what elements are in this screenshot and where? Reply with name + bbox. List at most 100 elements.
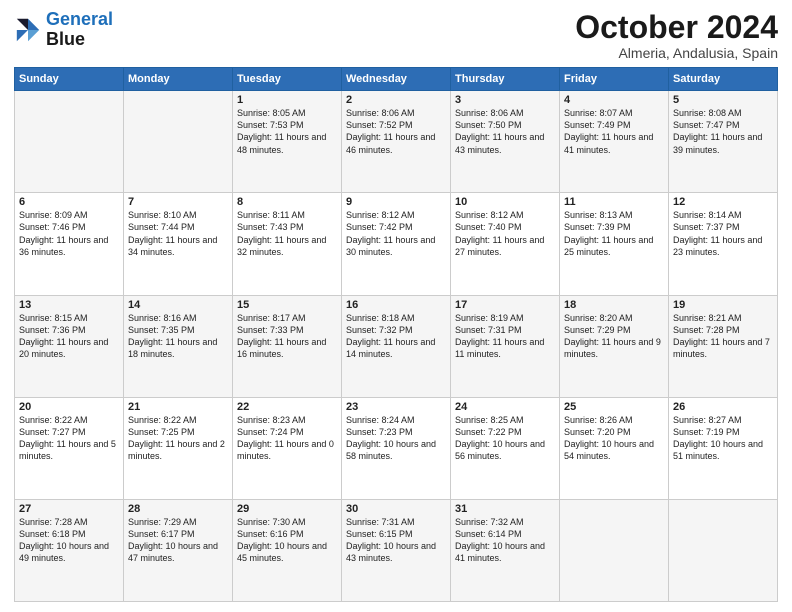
day-number: 11 bbox=[564, 196, 664, 208]
day-number: 21 bbox=[128, 401, 228, 413]
cell-details: Sunrise: 8:08 AM Sunset: 7:47 PM Dayligh… bbox=[673, 107, 773, 156]
day-number: 7 bbox=[128, 196, 228, 208]
day-number: 16 bbox=[346, 299, 446, 311]
calendar-cell: 28Sunrise: 7:29 AM Sunset: 6:17 PM Dayli… bbox=[124, 499, 233, 601]
calendar-cell: 23Sunrise: 8:24 AM Sunset: 7:23 PM Dayli… bbox=[342, 397, 451, 499]
cell-details: Sunrise: 8:18 AM Sunset: 7:32 PM Dayligh… bbox=[346, 312, 446, 361]
subtitle: Almeria, Andalusia, Spain bbox=[575, 45, 778, 61]
logo-icon bbox=[14, 16, 42, 44]
cell-details: Sunrise: 8:10 AM Sunset: 7:44 PM Dayligh… bbox=[128, 209, 228, 258]
cell-details: Sunrise: 8:12 AM Sunset: 7:42 PM Dayligh… bbox=[346, 209, 446, 258]
cell-details: Sunrise: 8:14 AM Sunset: 7:37 PM Dayligh… bbox=[673, 209, 773, 258]
cell-details: Sunrise: 8:05 AM Sunset: 7:53 PM Dayligh… bbox=[237, 107, 337, 156]
day-number: 12 bbox=[673, 196, 773, 208]
day-number: 29 bbox=[237, 503, 337, 515]
calendar-cell bbox=[124, 91, 233, 193]
day-number: 19 bbox=[673, 299, 773, 311]
day-header-sunday: Sunday bbox=[15, 68, 124, 91]
calendar-cell: 7Sunrise: 8:10 AM Sunset: 7:44 PM Daylig… bbox=[124, 193, 233, 295]
day-number: 15 bbox=[237, 299, 337, 311]
calendar-cell: 26Sunrise: 8:27 AM Sunset: 7:19 PM Dayli… bbox=[669, 397, 778, 499]
cell-details: Sunrise: 8:23 AM Sunset: 7:24 PM Dayligh… bbox=[237, 414, 337, 463]
day-number: 2 bbox=[346, 94, 446, 106]
day-number: 30 bbox=[346, 503, 446, 515]
logo: General Blue bbox=[14, 10, 113, 50]
day-number: 8 bbox=[237, 196, 337, 208]
day-number: 13 bbox=[19, 299, 119, 311]
day-header-saturday: Saturday bbox=[669, 68, 778, 91]
calendar-cell: 12Sunrise: 8:14 AM Sunset: 7:37 PM Dayli… bbox=[669, 193, 778, 295]
calendar-cell: 1Sunrise: 8:05 AM Sunset: 7:53 PM Daylig… bbox=[233, 91, 342, 193]
cell-details: Sunrise: 8:17 AM Sunset: 7:33 PM Dayligh… bbox=[237, 312, 337, 361]
calendar-cell: 22Sunrise: 8:23 AM Sunset: 7:24 PM Dayli… bbox=[233, 397, 342, 499]
day-number: 9 bbox=[346, 196, 446, 208]
calendar-cell: 15Sunrise: 8:17 AM Sunset: 7:33 PM Dayli… bbox=[233, 295, 342, 397]
calendar: SundayMondayTuesdayWednesdayThursdayFrid… bbox=[14, 67, 778, 602]
calendar-cell: 24Sunrise: 8:25 AM Sunset: 7:22 PM Dayli… bbox=[451, 397, 560, 499]
cell-details: Sunrise: 8:07 AM Sunset: 7:49 PM Dayligh… bbox=[564, 107, 664, 156]
day-number: 23 bbox=[346, 401, 446, 413]
day-number: 5 bbox=[673, 94, 773, 106]
calendar-cell: 2Sunrise: 8:06 AM Sunset: 7:52 PM Daylig… bbox=[342, 91, 451, 193]
calendar-cell: 16Sunrise: 8:18 AM Sunset: 7:32 PM Dayli… bbox=[342, 295, 451, 397]
cell-details: Sunrise: 7:29 AM Sunset: 6:17 PM Dayligh… bbox=[128, 516, 228, 565]
day-number: 28 bbox=[128, 503, 228, 515]
day-number: 17 bbox=[455, 299, 555, 311]
cell-details: Sunrise: 7:30 AM Sunset: 6:16 PM Dayligh… bbox=[237, 516, 337, 565]
day-number: 26 bbox=[673, 401, 773, 413]
calendar-cell: 21Sunrise: 8:22 AM Sunset: 7:25 PM Dayli… bbox=[124, 397, 233, 499]
cell-details: Sunrise: 8:15 AM Sunset: 7:36 PM Dayligh… bbox=[19, 312, 119, 361]
logo-text: General Blue bbox=[46, 10, 113, 50]
day-number: 31 bbox=[455, 503, 555, 515]
day-number: 6 bbox=[19, 196, 119, 208]
cell-details: Sunrise: 8:12 AM Sunset: 7:40 PM Dayligh… bbox=[455, 209, 555, 258]
header: General Blue October 2024 Almeria, Andal… bbox=[14, 10, 778, 61]
cell-details: Sunrise: 8:24 AM Sunset: 7:23 PM Dayligh… bbox=[346, 414, 446, 463]
day-number: 20 bbox=[19, 401, 119, 413]
day-header-wednesday: Wednesday bbox=[342, 68, 451, 91]
month-title: October 2024 bbox=[575, 10, 778, 45]
cell-details: Sunrise: 7:28 AM Sunset: 6:18 PM Dayligh… bbox=[19, 516, 119, 565]
cell-details: Sunrise: 8:06 AM Sunset: 7:52 PM Dayligh… bbox=[346, 107, 446, 156]
calendar-cell: 30Sunrise: 7:31 AM Sunset: 6:15 PM Dayli… bbox=[342, 499, 451, 601]
cell-details: Sunrise: 8:27 AM Sunset: 7:19 PM Dayligh… bbox=[673, 414, 773, 463]
cell-details: Sunrise: 8:09 AM Sunset: 7:46 PM Dayligh… bbox=[19, 209, 119, 258]
calendar-cell: 18Sunrise: 8:20 AM Sunset: 7:29 PM Dayli… bbox=[560, 295, 669, 397]
day-number: 10 bbox=[455, 196, 555, 208]
day-number: 22 bbox=[237, 401, 337, 413]
calendar-cell: 6Sunrise: 8:09 AM Sunset: 7:46 PM Daylig… bbox=[15, 193, 124, 295]
day-header-monday: Monday bbox=[124, 68, 233, 91]
calendar-cell: 31Sunrise: 7:32 AM Sunset: 6:14 PM Dayli… bbox=[451, 499, 560, 601]
calendar-cell: 4Sunrise: 8:07 AM Sunset: 7:49 PM Daylig… bbox=[560, 91, 669, 193]
calendar-cell: 20Sunrise: 8:22 AM Sunset: 7:27 PM Dayli… bbox=[15, 397, 124, 499]
day-number: 14 bbox=[128, 299, 228, 311]
calendar-cell: 11Sunrise: 8:13 AM Sunset: 7:39 PM Dayli… bbox=[560, 193, 669, 295]
calendar-cell: 13Sunrise: 8:15 AM Sunset: 7:36 PM Dayli… bbox=[15, 295, 124, 397]
cell-details: Sunrise: 8:19 AM Sunset: 7:31 PM Dayligh… bbox=[455, 312, 555, 361]
cell-details: Sunrise: 8:22 AM Sunset: 7:25 PM Dayligh… bbox=[128, 414, 228, 463]
day-number: 1 bbox=[237, 94, 337, 106]
day-number: 24 bbox=[455, 401, 555, 413]
cell-details: Sunrise: 8:13 AM Sunset: 7:39 PM Dayligh… bbox=[564, 209, 664, 258]
cell-details: Sunrise: 8:25 AM Sunset: 7:22 PM Dayligh… bbox=[455, 414, 555, 463]
cell-details: Sunrise: 8:16 AM Sunset: 7:35 PM Dayligh… bbox=[128, 312, 228, 361]
day-header-tuesday: Tuesday bbox=[233, 68, 342, 91]
cell-details: Sunrise: 8:26 AM Sunset: 7:20 PM Dayligh… bbox=[564, 414, 664, 463]
calendar-cell: 8Sunrise: 8:11 AM Sunset: 7:43 PM Daylig… bbox=[233, 193, 342, 295]
cell-details: Sunrise: 7:31 AM Sunset: 6:15 PM Dayligh… bbox=[346, 516, 446, 565]
calendar-cell bbox=[669, 499, 778, 601]
calendar-cell: 27Sunrise: 7:28 AM Sunset: 6:18 PM Dayli… bbox=[15, 499, 124, 601]
day-number: 27 bbox=[19, 503, 119, 515]
calendar-cell: 5Sunrise: 8:08 AM Sunset: 7:47 PM Daylig… bbox=[669, 91, 778, 193]
calendar-cell: 10Sunrise: 8:12 AM Sunset: 7:40 PM Dayli… bbox=[451, 193, 560, 295]
day-number: 4 bbox=[564, 94, 664, 106]
cell-details: Sunrise: 7:32 AM Sunset: 6:14 PM Dayligh… bbox=[455, 516, 555, 565]
calendar-cell: 3Sunrise: 8:06 AM Sunset: 7:50 PM Daylig… bbox=[451, 91, 560, 193]
day-header-thursday: Thursday bbox=[451, 68, 560, 91]
calendar-cell: 29Sunrise: 7:30 AM Sunset: 6:16 PM Dayli… bbox=[233, 499, 342, 601]
cell-details: Sunrise: 8:11 AM Sunset: 7:43 PM Dayligh… bbox=[237, 209, 337, 258]
cell-details: Sunrise: 8:06 AM Sunset: 7:50 PM Dayligh… bbox=[455, 107, 555, 156]
calendar-cell: 19Sunrise: 8:21 AM Sunset: 7:28 PM Dayli… bbox=[669, 295, 778, 397]
cell-details: Sunrise: 8:22 AM Sunset: 7:27 PM Dayligh… bbox=[19, 414, 119, 463]
calendar-cell bbox=[15, 91, 124, 193]
